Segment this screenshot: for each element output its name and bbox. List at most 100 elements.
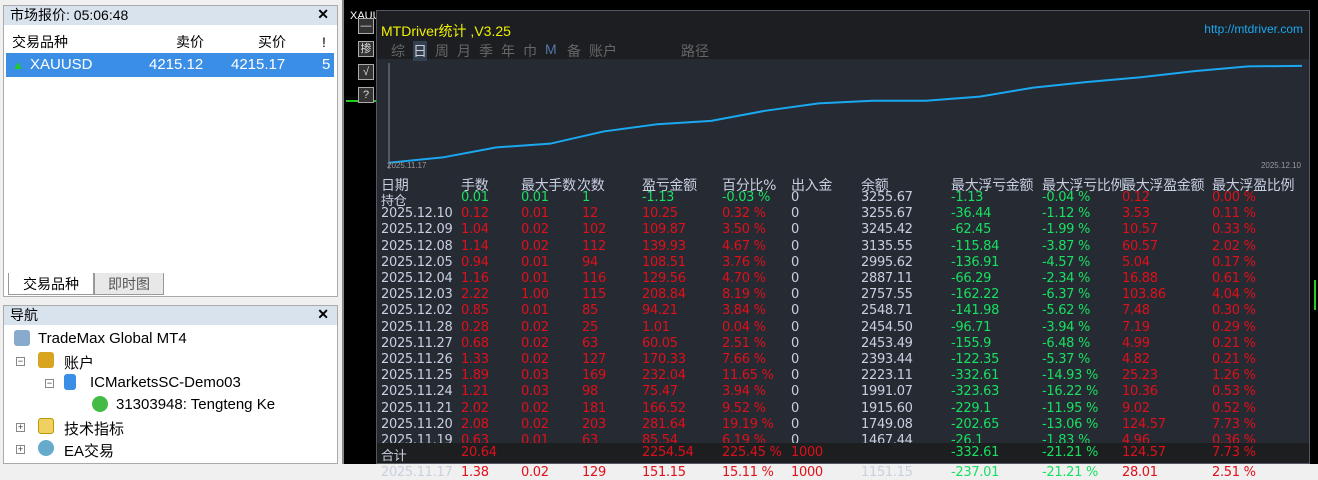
website-link[interactable]: http://mtdriver.com <box>1204 22 1303 36</box>
cell: 2025.11.27 <box>381 335 453 351</box>
arrow-up-icon: ▲ <box>12 58 24 72</box>
collapse-icon[interactable]: − <box>16 357 25 366</box>
cell: -96.71 <box>951 319 992 335</box>
expert-icon <box>38 440 54 456</box>
cell: 1.00 <box>521 287 549 303</box>
close-icon[interactable]: ✕ <box>317 306 329 323</box>
server-icon <box>64 374 76 390</box>
cell: 0 <box>791 254 799 270</box>
collapse-icon[interactable]: − <box>45 379 54 388</box>
cell: -237.01 <box>951 465 1000 480</box>
cell: 0.32 % <box>722 206 766 222</box>
cell: 4.04 % <box>1212 287 1256 303</box>
cell: -1.12 % <box>1042 206 1091 222</box>
col-spread[interactable]: ! <box>322 31 326 53</box>
cell: 1.04 <box>461 222 489 238</box>
cell: 1.01 <box>642 319 670 335</box>
cell: -6.48 % <box>1042 335 1091 351</box>
cell: -14.93 % <box>1042 368 1098 384</box>
tab-9[interactable]: 账户 <box>589 41 617 61</box>
tree-indicators[interactable]: 技术指标 <box>64 418 124 439</box>
cell: 2025.11.26 <box>381 352 453 367</box>
cell: 1.26 % <box>1212 368 1256 384</box>
cell: 151.15 <box>642 465 686 480</box>
check-button[interactable]: √ <box>358 64 374 80</box>
tree-accounts[interactable]: 账户 <box>64 352 94 373</box>
cell: 94.21 <box>642 303 678 319</box>
cell: 3245.42 <box>861 222 913 238</box>
tab-3[interactable]: 月 <box>457 41 471 61</box>
cell: 7.19 <box>1122 319 1150 335</box>
cell: 0.02 <box>521 222 549 238</box>
cell: -155.9 <box>951 335 992 351</box>
tab-0[interactable]: 综 <box>391 41 405 61</box>
cell: 2025.11.21 <box>381 400 453 416</box>
cell: 116 <box>582 271 606 286</box>
cell: 60.05 <box>642 335 678 351</box>
toggle-button[interactable]: 掺 <box>358 41 374 57</box>
cell: 0.01 <box>521 206 549 222</box>
tab-8[interactable]: 备 <box>567 41 581 61</box>
cell: 139.93 <box>642 238 686 254</box>
tab-10[interactable]: 路径 <box>681 41 709 61</box>
cell: -229.1 <box>951 400 992 416</box>
tab-2[interactable]: 周 <box>435 41 449 61</box>
cell: 60.57 <box>1122 238 1158 254</box>
cell: 0.12 <box>1122 190 1150 205</box>
cell: 5.04 <box>1122 254 1150 270</box>
cell: -141.98 <box>951 303 1000 319</box>
tab-4[interactable]: 季 <box>479 41 493 61</box>
tab-tick-chart[interactable]: 即时图 <box>94 273 164 295</box>
cell: 2548.71 <box>861 303 913 319</box>
cell: 0 <box>791 222 799 238</box>
cell: 0.02 <box>521 335 549 351</box>
cell: 0.11 % <box>1212 206 1256 222</box>
cell: 11.65 % <box>722 368 774 384</box>
cell: 0.94 <box>461 254 489 270</box>
tree-experts[interactable]: EA交易 <box>64 440 114 461</box>
cell: 2025.11.25 <box>381 368 453 384</box>
cell: 0.02 <box>521 416 549 432</box>
tab-1[interactable]: 日 <box>413 41 427 61</box>
cell: 2.08 <box>461 416 489 432</box>
cell: 1151.15 <box>861 465 913 480</box>
cell: -0.03 % <box>722 190 771 205</box>
cell: 166.52 <box>642 400 686 416</box>
help-button[interactable]: ? <box>358 87 374 103</box>
tree-server[interactable]: ICMarketsSC-Demo03 <box>90 374 241 391</box>
cell: 169 <box>582 368 606 384</box>
terminal-icon <box>14 330 30 346</box>
cell: 1.16 <box>461 271 489 286</box>
cell: 0.02 <box>521 352 549 367</box>
cell: 7.48 <box>1122 303 1150 319</box>
cell: -2.34 % <box>1042 271 1091 286</box>
cell: 0.02 <box>521 400 549 416</box>
col-symbol[interactable]: 交易品种 <box>12 31 68 53</box>
cell: 0.03 <box>521 368 549 384</box>
col-bid[interactable]: 卖价 <box>176 31 204 53</box>
cell: 0 <box>791 416 799 432</box>
cell: 1.14 <box>461 238 489 254</box>
tab-symbols[interactable]: 交易品种 <box>8 273 94 295</box>
expand-icon[interactable]: + <box>16 423 25 432</box>
cell: 3.50 % <box>722 222 766 238</box>
cell: -0.04 % <box>1042 190 1091 205</box>
expand-icon[interactable]: + <box>16 445 25 454</box>
cell: 15.11 % <box>722 465 774 480</box>
tab-7[interactable]: M <box>545 41 557 57</box>
cell: -202.65 <box>951 416 1000 432</box>
tab-5[interactable]: 年 <box>501 41 515 61</box>
cell: 1 <box>582 190 590 205</box>
cell: 0.53 % <box>1212 384 1256 400</box>
close-icon[interactable]: ✕ <box>317 6 329 23</box>
cell: 0 <box>791 319 799 335</box>
col-ask[interactable]: 买价 <box>258 31 286 53</box>
total-row <box>377 443 1309 463</box>
tab-6[interactable]: 巾 <box>523 41 537 61</box>
tree-root[interactable]: TradeMax Global MT4 <box>38 330 187 347</box>
cell: 1749.08 <box>861 416 913 432</box>
panel-title: MTDriver统计 ,V3.25 <box>381 23 511 39</box>
tree-account[interactable]: 31303948: Tengteng Ke <box>116 396 275 413</box>
symbol-row[interactable]: ▲ XAUUSD 4215.12 4215.17 5 <box>6 53 334 77</box>
minimize-button[interactable]: — <box>358 18 374 34</box>
